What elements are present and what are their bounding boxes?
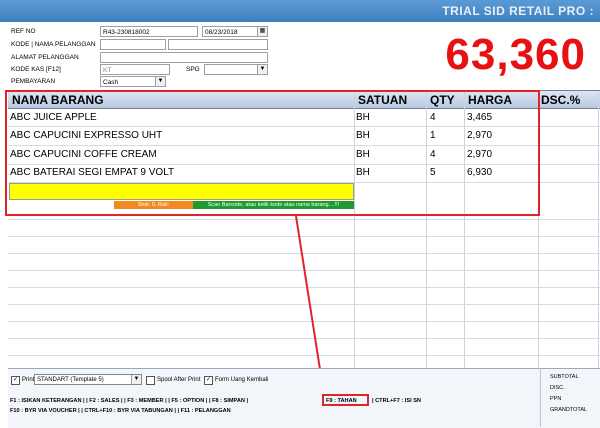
subtotal-label: SUBTOTAL bbox=[550, 374, 579, 380]
col-divider bbox=[464, 91, 465, 369]
row-divider bbox=[8, 355, 600, 356]
cell-satuan: BH bbox=[356, 112, 370, 123]
ref-no-row: REF NO R43-230818002 08/23/2018 ▦ bbox=[8, 26, 273, 38]
kode-kas-label: KODE KAS [F12] bbox=[11, 66, 61, 73]
spool-checkbox[interactable] bbox=[146, 376, 155, 385]
pembayaran-select[interactable]: Cash ▼ bbox=[100, 76, 166, 87]
pembayaran-label: PEMBAYARAN bbox=[11, 78, 56, 85]
date-value: 08/23/2018 bbox=[205, 29, 238, 36]
f9-highlight-box bbox=[322, 394, 369, 406]
stok-info: Stok: 0, Rak: bbox=[114, 201, 193, 209]
row-divider bbox=[8, 236, 600, 237]
grid-header: NAMA BARANG SATUAN QTY HARGA DSC.% bbox=[8, 91, 600, 109]
row-divider bbox=[8, 219, 600, 220]
header-qty[interactable]: QTY bbox=[430, 93, 455, 107]
date-field[interactable]: 08/23/2018 ▦ bbox=[202, 26, 268, 37]
print-checkbox[interactable]: ✓ bbox=[11, 376, 20, 385]
spool-label: Spool After Print bbox=[157, 377, 201, 383]
template-select[interactable]: STANDART (Template 5) ▼ bbox=[34, 374, 142, 385]
form-uang-checkbox[interactable]: ✓ bbox=[204, 376, 213, 385]
cell-nama: ABC JUICE APPLE bbox=[10, 112, 97, 123]
row-divider bbox=[8, 145, 600, 146]
calendar-icon[interactable]: ▦ bbox=[257, 27, 267, 36]
ppn-label: PPN bbox=[550, 396, 562, 402]
cell-harga: 3,465 bbox=[467, 112, 493, 123]
header-harga[interactable]: HARGA bbox=[468, 93, 512, 107]
cell-qty: 1 bbox=[430, 130, 436, 141]
customer-code-input[interactable] bbox=[100, 39, 166, 50]
spg-select[interactable]: ▼ bbox=[204, 64, 268, 75]
kode-kas-field[interactable]: KT bbox=[100, 64, 170, 75]
cell-qty: 4 bbox=[430, 149, 436, 160]
col-divider bbox=[598, 91, 599, 369]
cell-qty: 5 bbox=[430, 167, 436, 178]
disc-label: DISC. bbox=[550, 385, 565, 391]
row-divider bbox=[8, 287, 600, 288]
header-nama-barang[interactable]: NAMA BARANG bbox=[12, 93, 104, 107]
col-divider bbox=[354, 91, 355, 369]
transaction-form: REF NO R43-230818002 08/23/2018 ▦ KODE |… bbox=[8, 24, 273, 89]
cell-harga: 2,970 bbox=[467, 149, 493, 160]
row-divider bbox=[8, 253, 600, 254]
cell-satuan: BH bbox=[356, 167, 370, 178]
cell-satuan: BH bbox=[356, 130, 370, 141]
cell-nama: ABC BATERAI SEGI EMPAT 9 VOLT bbox=[10, 167, 175, 178]
window-title: TRIAL SID RETAIL PRO : bbox=[442, 4, 594, 18]
address-row: ALAMAT PELANGGAN bbox=[8, 52, 273, 64]
chevron-down-icon[interactable]: ▼ bbox=[155, 77, 165, 86]
header-satuan[interactable]: SATUAN bbox=[358, 93, 407, 107]
col-divider bbox=[538, 91, 539, 369]
shortcut-ctrl-f7: | CTRL+F7 : ISI SN bbox=[372, 398, 421, 404]
row-divider bbox=[8, 321, 600, 322]
total-display: 63,360 bbox=[445, 30, 586, 79]
col-divider bbox=[426, 91, 427, 369]
items-grid[interactable]: NAMA BARANG SATUAN QTY HARGA DSC.% ABC J… bbox=[8, 90, 600, 369]
cell-harga: 6,930 bbox=[467, 167, 493, 178]
row-divider bbox=[8, 126, 600, 127]
cell-nama: ABC CAPUCINI COFFE CREAM bbox=[10, 149, 157, 160]
cell-nama: ABC CAPUCINI EXPRESSO UHT bbox=[10, 130, 163, 141]
header-dsc[interactable]: DSC.% bbox=[541, 93, 580, 107]
row-divider bbox=[8, 270, 600, 271]
shortcut-keys-line2: F10 : BYR VIA VOUCHER | | CTRL+F10 : BYR… bbox=[10, 408, 231, 414]
cell-satuan: BH bbox=[356, 149, 370, 160]
title-bar: TRIAL SID RETAIL PRO : bbox=[0, 0, 600, 22]
scan-hint: Scan Barcode, atau ketik kode atau nama … bbox=[193, 201, 354, 209]
ref-no-label: REF NO bbox=[11, 28, 36, 35]
ref-no-field[interactable]: R43-230818002 bbox=[100, 26, 198, 37]
pembayaran-value: Cash bbox=[103, 79, 119, 86]
grandtotal-label: GRANDTOTAL bbox=[550, 407, 588, 413]
form-uang-label: Form Uang Kembali bbox=[215, 377, 269, 383]
row-divider bbox=[8, 164, 600, 165]
chevron-down-icon[interactable]: ▼ bbox=[257, 65, 267, 74]
cell-harga: 2,970 bbox=[467, 130, 493, 141]
shortcut-keys-line1: F1 : ISIKAN KETERANGAN | | F2 : SALES | … bbox=[10, 398, 249, 404]
cell-qty: 4 bbox=[430, 112, 436, 123]
kode-pelanggan-label: KODE | NAMA PELANGGAN bbox=[11, 41, 96, 48]
template-value: STANDART (Template 5) bbox=[37, 377, 104, 383]
chevron-down-icon[interactable]: ▼ bbox=[131, 375, 141, 384]
spg-label: SPG bbox=[186, 66, 200, 73]
alamat-label: ALAMAT PELANGGAN bbox=[11, 54, 79, 61]
kode-kas-row: KODE KAS [F12] KT SPG ▼ bbox=[8, 64, 273, 76]
customer-name-input[interactable] bbox=[168, 39, 268, 50]
row-divider bbox=[8, 338, 600, 339]
row-divider bbox=[8, 304, 600, 305]
customer-row: KODE | NAMA PELANGGAN bbox=[8, 39, 273, 51]
pembayaran-row: PEMBAYARAN Cash ▼ bbox=[8, 76, 273, 88]
address-input[interactable] bbox=[100, 52, 268, 63]
summary-divider bbox=[540, 368, 541, 427]
print-label: Print bbox=[22, 377, 35, 383]
item-entry-input[interactable] bbox=[9, 183, 354, 200]
